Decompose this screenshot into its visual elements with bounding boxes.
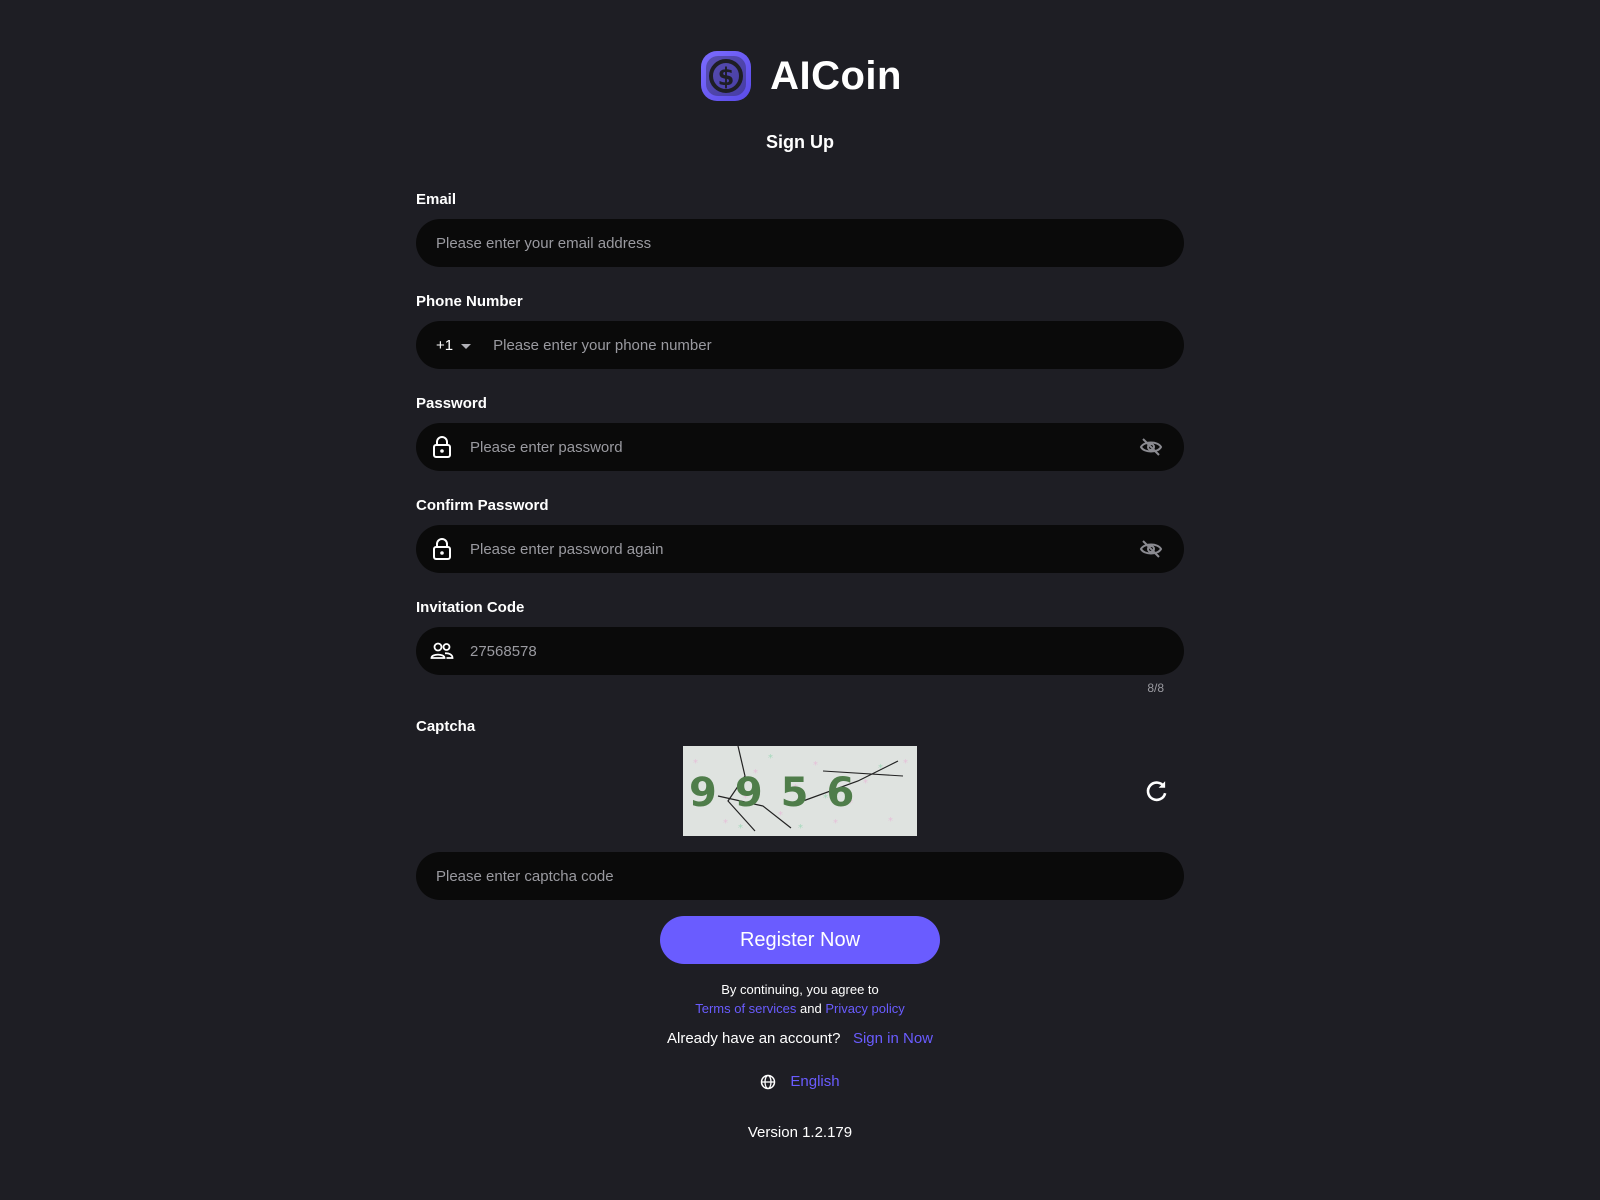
invitation-code-counter: 8/8 [1147,681,1164,695]
invitation-code-label: Invitation Code [416,599,525,616]
terms-agreement: By continuing, you agree to Terms of ser… [416,980,1184,1018]
brand-name: AICoin [770,53,902,98]
captcha-input[interactable] [436,852,1164,900]
sign-in-link[interactable]: Sign in Now [853,1030,933,1047]
logo-coin-icon: $ [701,51,752,101]
version-text: Version 1.2.179 [747,1124,853,1141]
captcha-text: 9956 [689,770,872,816]
captcha-image[interactable]: *** *** *** *** *** *** 9956 [683,746,917,836]
phone-input[interactable] [493,321,1164,369]
users-icon [430,639,454,663]
svg-text:*: * [833,818,838,829]
agree-text: By continuing, you agree to [721,982,879,997]
captcha-row: * * * * * * * * * * * * * * * * * * 9956 [416,746,1184,836]
logo: $ AICoin [0,48,1600,104]
svg-text:*: * [723,818,728,829]
password-input[interactable] [470,423,1138,471]
country-code-value: +1 [436,336,454,354]
email-label: Email [416,191,457,208]
phone-field-container: +1 [416,321,1184,369]
language-value[interactable]: English [790,1073,839,1090]
lock-icon [430,537,454,561]
signup-form: Email Phone Number +1 Password [416,190,1184,1141]
terms-of-service-link[interactable]: Terms of services [695,1001,796,1016]
page-title: Sign Up [766,132,834,152]
country-code-select[interactable]: +1 [436,336,472,354]
svg-text:*: * [693,758,698,769]
register-button[interactable]: Register Now [660,916,940,964]
signup-page: $ AICoin Sign Up Email Phone Number +1 P… [0,0,1600,1200]
signin-prompt: Already have an account? Sign in Now [416,1030,1184,1047]
password-field-container [416,423,1184,471]
chevron-down-icon [461,343,472,349]
refresh-icon[interactable] [1144,778,1170,804]
eye-off-icon[interactable] [1138,434,1164,460]
email-input[interactable] [436,219,1164,267]
confirm-password-field-container [416,525,1184,573]
language-selector[interactable]: English [416,1073,1184,1090]
legal-links: Terms of services and Privacy policy [416,999,1184,1018]
invitation-code-field-container [416,627,1184,675]
svg-text:*: * [738,823,743,834]
email-field-container [416,219,1184,267]
svg-text:*: * [888,816,893,827]
password-label: Password [416,395,487,412]
globe-icon [761,1074,776,1089]
signin-prompt-text: Already have an account? [666,1030,841,1047]
svg-text:$: $ [718,63,735,91]
eye-off-icon[interactable] [1138,536,1164,562]
captcha-field-container [416,852,1184,900]
svg-text:*: * [903,758,908,769]
svg-text:*: * [798,823,803,834]
and-text: and [799,1001,822,1016]
privacy-policy-link[interactable]: Privacy policy [825,1001,904,1016]
lock-icon [430,435,454,459]
phone-label: Phone Number [416,293,523,310]
confirm-password-input[interactable] [470,525,1138,573]
captcha-label: Captcha [416,718,476,735]
svg-text:*: * [768,753,773,764]
confirm-password-label: Confirm Password [416,497,549,514]
invitation-code-input[interactable] [470,627,1164,675]
